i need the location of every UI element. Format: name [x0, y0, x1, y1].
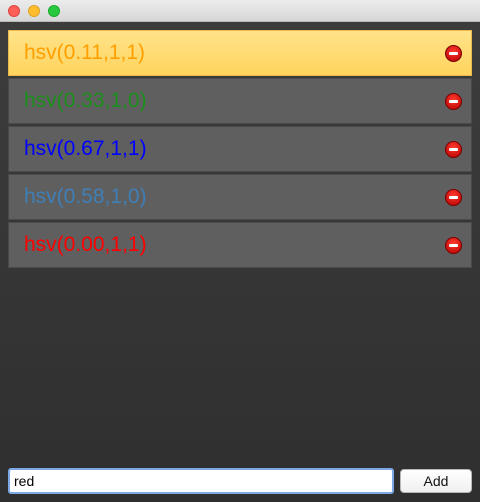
list-item-label: hsv(0.58,1,0): [24, 185, 147, 208]
list-item-label: hsv(0.11,1,1): [24, 41, 146, 64]
app-window: hsv(0.11,1,1) hsv(0.33,1,0) hsv(0.67,1,1…: [0, 0, 480, 502]
remove-icon[interactable]: [445, 141, 462, 158]
add-button[interactable]: Add: [400, 469, 472, 493]
remove-icon[interactable]: [445, 45, 462, 62]
title-bar: [0, 0, 480, 22]
maximize-window-button[interactable]: [48, 5, 60, 17]
list-item[interactable]: hsv(0.33,1,0): [8, 78, 472, 124]
remove-icon[interactable]: [445, 237, 462, 254]
color-input[interactable]: [8, 468, 394, 494]
list-item[interactable]: hsv(0.58,1,0): [8, 174, 472, 220]
color-list: hsv(0.11,1,1) hsv(0.33,1,0) hsv(0.67,1,1…: [8, 30, 472, 270]
close-window-button[interactable]: [8, 5, 20, 17]
list-item-label: hsv(0.00,1,1): [24, 233, 147, 256]
list-item[interactable]: hsv(0.67,1,1): [8, 126, 472, 172]
list-item-label: hsv(0.33,1,0): [24, 89, 147, 112]
list-item[interactable]: hsv(0.11,1,1): [8, 30, 472, 76]
list-item-label: hsv(0.67,1,1): [24, 137, 147, 160]
remove-icon[interactable]: [445, 189, 462, 206]
remove-icon[interactable]: [445, 93, 462, 110]
list-item[interactable]: hsv(0.00,1,1): [8, 222, 472, 268]
minimize-window-button[interactable]: [28, 5, 40, 17]
